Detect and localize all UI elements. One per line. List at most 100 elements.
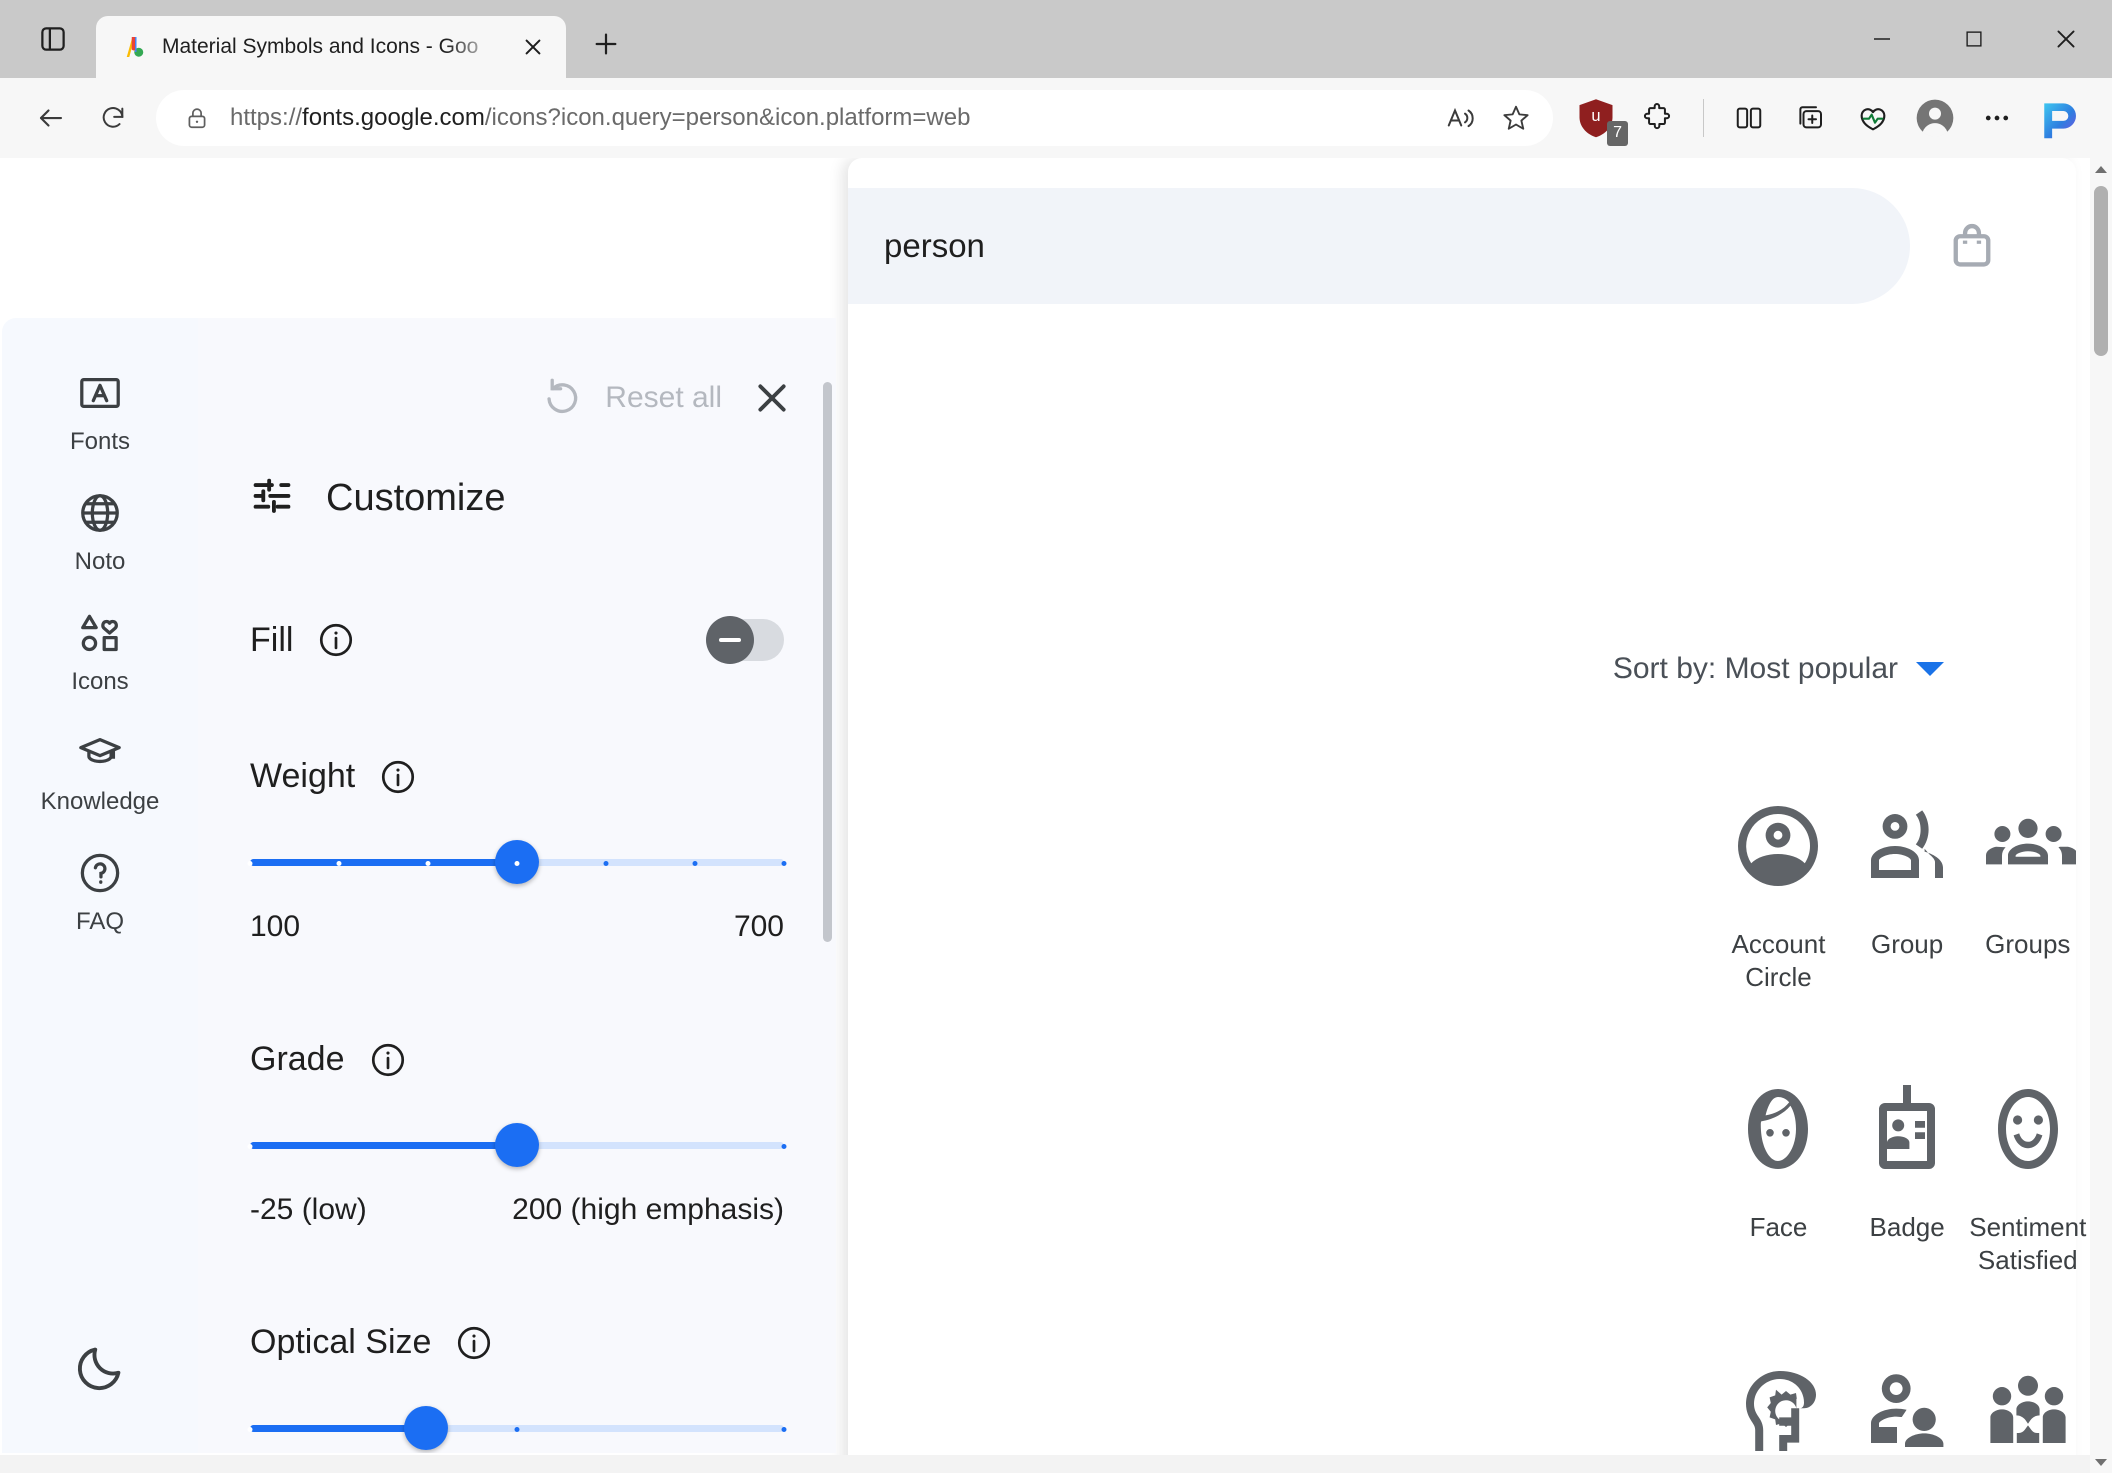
icon-result-item[interactable]: Badge: [1845, 1081, 1969, 1278]
slider-tick: [514, 860, 520, 866]
sidebar-item-icons[interactable]: Icons: [25, 598, 175, 718]
scroll-up-button[interactable]: [2090, 158, 2112, 180]
grade-max-label: 200 (high emphasis): [512, 1193, 784, 1226]
icon-result-item[interactable]: Account Circle: [1712, 798, 1845, 995]
customize-panel-header: Reset all: [198, 318, 836, 422]
optical-size-slider-fill: [250, 1425, 427, 1432]
weight-slider[interactable]: [247, 840, 787, 884]
tab-close-icon[interactable]: [514, 28, 552, 66]
browser-essentials-icon[interactable]: [1844, 89, 1902, 147]
refresh-button[interactable]: [84, 89, 142, 147]
dark-mode-icon[interactable]: [73, 1341, 127, 1395]
weight-control-row: Weight: [250, 757, 784, 796]
icon-result-item[interactable]: Face: [1712, 1081, 1845, 1278]
grade-min-label: -25 (low): [250, 1193, 367, 1226]
grade-control-row: Grade: [250, 1040, 784, 1079]
icon-result-label: Account Circle: [1731, 929, 1826, 993]
optical-size-slider-thumb[interactable]: [404, 1406, 449, 1450]
psychology-icon: [1730, 1363, 1826, 1459]
icon-result-item[interactable]: Groups: [1969, 798, 2086, 995]
copilot-button[interactable]: [2030, 88, 2090, 148]
customize-panel: Reset all Customize Fill Weight 100 700 …: [198, 318, 836, 1453]
shopping-bag-icon[interactable]: [1946, 220, 1998, 272]
badge-icon: [1859, 1081, 1955, 1177]
grade-slider[interactable]: [247, 1123, 787, 1167]
icon-search-bar[interactable]: person: [848, 188, 1910, 304]
info-icon[interactable]: [369, 1041, 407, 1079]
close-icon[interactable]: [748, 374, 796, 422]
read-aloud-icon[interactable]: [1433, 91, 1487, 145]
sidebar-item-fonts[interactable]: Fonts: [25, 358, 175, 478]
optical-size-slider[interactable]: [247, 1406, 787, 1450]
extensions-icon[interactable]: [1629, 89, 1687, 147]
new-tab-button[interactable]: [580, 18, 632, 70]
close-window-button[interactable]: [2020, 0, 2112, 78]
ublock-origin-button[interactable]: u 7: [1567, 89, 1628, 147]
sidebar-label: FAQ: [75, 908, 124, 935]
optical-size-control-row: Optical Size: [250, 1323, 784, 1362]
scroll-down-button[interactable]: [2090, 1451, 2112, 1473]
back-button[interactable]: [22, 89, 80, 147]
sort-by-dropdown[interactable]: Sort by: Most popular: [1613, 652, 1944, 686]
slider-tick: [247, 1143, 253, 1149]
diversity-3-icon: [1980, 1363, 2076, 1459]
reset-all-button[interactable]: Reset all: [541, 377, 722, 419]
grade-slider-thumb[interactable]: [495, 1123, 539, 1167]
slider-tick: [781, 1426, 787, 1432]
page-scrollbar-thumb[interactable]: [2094, 186, 2108, 356]
collections-icon[interactable]: [1782, 89, 1840, 147]
horizontal-scrollbar[interactable]: [0, 1455, 2090, 1473]
font-a-icon: [77, 370, 123, 416]
sidebar-label: Knowledge: [40, 788, 160, 815]
fill-label-wrap: Fill: [250, 621, 355, 660]
fill-toggle[interactable]: [706, 616, 784, 664]
slider-tick: [781, 1143, 787, 1149]
fill-label: Fill: [250, 620, 294, 659]
profile-avatar[interactable]: [1906, 89, 1964, 147]
icon-result-item[interactable]: Sentiment Satisfied: [1969, 1081, 2086, 1278]
optical-size-label-wrap: Optical Size: [250, 1323, 493, 1362]
tune-icon: [250, 474, 294, 523]
customize-controls: Fill Weight 100 700 Grade -25 (low) 200 …: [198, 616, 836, 1453]
address-bar[interactable]: https://fonts.google.com/icons?icon.quer…: [156, 90, 1553, 146]
customize-title-row: Customize: [198, 422, 836, 523]
grade-label-wrap: Grade: [250, 1040, 407, 1079]
panel-scrollbar-thumb[interactable]: [823, 382, 832, 942]
reset-all-label: Reset all: [605, 381, 722, 414]
toolbar-divider: [1703, 99, 1704, 137]
add-to-favorites-icon[interactable]: [1489, 91, 1543, 145]
sidebar-item-noto[interactable]: Noto: [25, 478, 175, 598]
page-scrollbar[interactable]: [2090, 158, 2112, 1473]
lock-icon: [180, 101, 214, 135]
search-input[interactable]: person: [884, 227, 985, 265]
weight-min-label: 100: [250, 910, 301, 943]
supervisor-icon: [1859, 1363, 1955, 1459]
face-icon: [1730, 1081, 1826, 1177]
icons-content-card: person Sort by: Most popular Account Cir…: [848, 158, 2112, 1473]
weight-max-label: 700: [733, 910, 784, 943]
info-icon[interactable]: [455, 1324, 493, 1362]
split-screen-icon[interactable]: [1720, 89, 1778, 147]
minimize-button[interactable]: [1836, 0, 1928, 78]
icon-result-item[interactable]: Group: [1845, 798, 1969, 995]
sidebar-label: Icons: [71, 668, 129, 695]
graduation-cap-icon: [77, 730, 123, 776]
settings-and-more-icon[interactable]: [1968, 89, 2026, 147]
maximize-button[interactable]: [1928, 0, 2020, 78]
browser-tab[interactable]: Material Symbols and Icons - Goo: [96, 16, 566, 78]
weight-range-labels: 100 700: [250, 910, 784, 944]
weight-label-wrap: Weight: [250, 757, 417, 796]
sidebar-item-faq[interactable]: FAQ: [25, 838, 175, 958]
customize-title: Customize: [326, 477, 506, 519]
sidebar-label: Fonts: [69, 428, 131, 455]
slider-tick: [692, 860, 698, 866]
chevron-down-icon: [1916, 662, 1944, 676]
title-bar: Material Symbols and Icons - Goo: [0, 0, 2112, 78]
browser-window: Material Symbols and Icons - Goo https:/…: [0, 0, 2112, 1473]
tab-actions-icon[interactable]: [22, 8, 84, 70]
info-icon[interactable]: [317, 621, 355, 659]
info-icon[interactable]: [379, 758, 417, 796]
sidebar-item-knowledge[interactable]: Knowledge: [25, 718, 175, 838]
optical-size-label: Optical Size: [250, 1323, 432, 1361]
weight-slider-fill: [250, 859, 517, 866]
